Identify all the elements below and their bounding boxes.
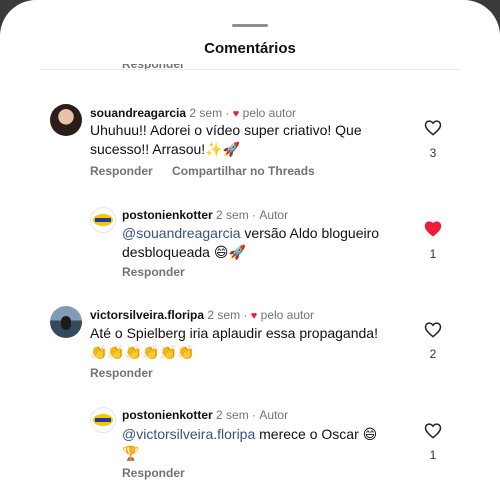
timestamp: 2 sem [216,208,249,222]
like-count: 3 [429,146,437,160]
like-count: 2 [429,347,437,361]
drag-handle[interactable] [232,24,268,27]
reply-button[interactable]: Responder [122,466,185,480]
comments-sheet: Comentários Responder souandreagarcia 2 … [0,0,500,500]
sheet-corner-left [0,0,80,70]
comment-actions: Responder Compartilhar no Threads [90,164,331,178]
avatar[interactable] [90,407,116,433]
comment-header: victorsilveira.floripa 2 sem · ♥ pelo au… [90,308,315,322]
reply-button[interactable]: Responder [90,164,153,178]
comment-actions: Responder [122,265,201,279]
author-heart-icon: ♥ [250,310,258,322]
comment-header: postonienkotter 2 sem · Autor [122,408,289,422]
liked-by-author-label: pelo autor [242,106,297,120]
like-count: 1 [429,247,437,261]
username[interactable]: postonienkotter [122,408,213,422]
heart-outline-icon[interactable] [424,119,442,136]
reply-button[interactable]: Responder [122,265,185,279]
mention-link[interactable]: @souandreagarcia [122,225,241,241]
timestamp: 2 sem [189,106,223,120]
share-threads-button[interactable]: Compartilhar no Threads [172,164,315,178]
mention-link[interactable]: @victorsilveira.floripa [122,426,255,442]
username[interactable]: victorsilveira.floripa [90,308,204,322]
avatar[interactable] [50,104,82,136]
author-heart-icon: ♥ [232,108,240,120]
avatar[interactable] [90,207,116,233]
cut-off-reply-button[interactable]: Responder [122,64,185,72]
sheet-corner-right [420,0,500,70]
timestamp: 2 sem [216,408,249,422]
comment-header: postonienkotter 2 sem · Autor [122,208,289,222]
comment-text: Uhuhuu!! Adorei o vídeo super criativo! … [90,122,362,157]
heart-outline-icon[interactable] [424,321,442,338]
header-divider [40,69,460,70]
author-label: Autor [259,208,289,222]
username[interactable]: souandreagarcia [90,106,186,120]
comment-text: @victorsilveira.floripa merece o Oscar 😄… [122,426,378,461]
timestamp: 2 sem [207,308,241,322]
like-count: 1 [429,448,437,462]
reply-button[interactable]: Responder [90,366,153,380]
username[interactable]: postonienkotter [122,208,213,222]
comment-text: @souandreagarcia versão Aldo blogueiro d… [122,225,380,260]
comment-actions: Responder [90,366,169,380]
author-label: Autor [259,408,289,422]
liked-by-author-label: pelo autor [260,308,315,322]
heart-filled-icon[interactable] [424,220,442,237]
comment-header: souandreagarcia 2 sem · ♥ pelo autor [90,106,297,120]
comment-text: Até o Spielberg iria aplaudir essa propa… [90,325,378,360]
avatar[interactable] [50,306,82,338]
heart-outline-icon[interactable] [424,422,442,439]
page-title: Comentários [204,40,296,57]
comment-actions: Responder [122,466,201,480]
